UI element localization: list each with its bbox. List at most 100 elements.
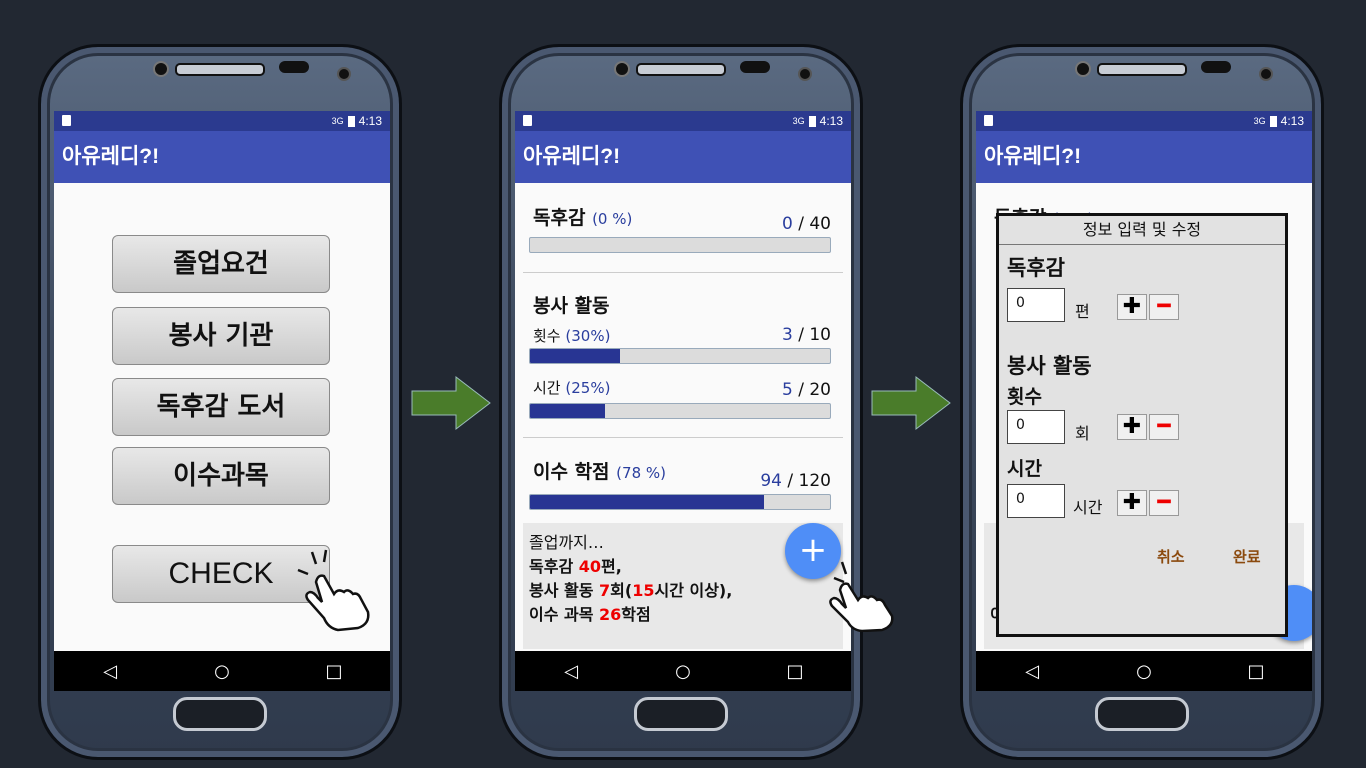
speaker-grille (175, 63, 265, 76)
count-input[interactable]: 0 (1007, 410, 1065, 444)
count-total: / 10 (798, 325, 831, 345)
summary-line-4: 이수 과목 26학점 (529, 601, 651, 625)
time-label: 시간 (1007, 458, 1042, 480)
proximity-sensor-icon (337, 67, 351, 81)
recent-apps-icon[interactable]: □ (324, 661, 344, 682)
home-hardware-button (1095, 697, 1189, 731)
volunteer-count-label: 횟수 (30%) (533, 325, 610, 346)
home-icon[interactable]: ○ (212, 661, 232, 682)
app-title: 아유레디?! (976, 131, 1312, 183)
time-percent: (25%) (565, 379, 611, 397)
time-total: / 20 (798, 380, 831, 400)
credits-percent: (78 %) (616, 464, 666, 482)
volunteer-time: 5 / 20 (782, 380, 831, 400)
credits-count: 94 / 120 (760, 471, 831, 491)
home-icon[interactable]: ○ (673, 661, 693, 682)
reading-section-title: 독후감 (0 %) (533, 203, 632, 230)
home-hardware-button (173, 697, 267, 731)
summary-text: 시간 이상), (654, 581, 733, 600)
time-input[interactable]: 0 (1007, 484, 1065, 518)
confirm-button[interactable]: 완료 (1233, 546, 1261, 567)
reading-unit: 편 (1075, 302, 1090, 321)
volunteer-count-progress-bar (529, 348, 831, 364)
credits-progress-bar (529, 494, 831, 510)
reading-percent: (0 %) (592, 210, 633, 228)
edit-info-dialog: 정보 입력 및 수정 독후감 0 편 ✚ ━ 봉사 활동 횟수 0 회 ✚ ━ … (996, 213, 1288, 637)
volunteer-time-progress-bar (529, 403, 831, 419)
status-bar: 3G 4:13 (515, 111, 851, 131)
reading-current: 0 (782, 214, 793, 234)
time-current: 5 (782, 380, 793, 400)
sd-card-icon (984, 115, 993, 126)
count-minus-button[interactable]: ━ (1149, 414, 1179, 440)
screen-progress: 3G 4:13 아유레디?! 독후감 (0 %) 0 / 40 봉사 활동 횟수… (515, 111, 851, 691)
count-label: 횟수 (533, 327, 561, 345)
app-title: 아유레디?! (515, 131, 851, 183)
summary-text: 봉사 활동 (529, 581, 600, 600)
graduation-requirements-button[interactable]: 졸업요건 (112, 235, 330, 293)
recent-apps-icon[interactable]: □ (785, 661, 805, 682)
back-icon[interactable]: ◁ (561, 661, 581, 682)
back-icon[interactable]: ◁ (100, 661, 120, 682)
volunteer-count: 3 / 10 (782, 325, 831, 345)
back-icon[interactable]: ◁ (1022, 661, 1042, 682)
sensor-icon (1201, 61, 1231, 73)
reading-title: 독후감 (533, 207, 586, 229)
summary-text: 독후감 (529, 557, 579, 576)
reading-total: / 40 (798, 214, 831, 234)
time-progress-fill (530, 404, 605, 418)
credits-title: 이수 학점 (533, 461, 610, 483)
count-plus-button[interactable]: ✚ (1117, 414, 1147, 440)
arrow-right-icon (411, 375, 491, 431)
reading-count: 0 / 40 (782, 214, 831, 234)
reading-input[interactable]: 0 (1007, 288, 1065, 322)
sd-card-icon (523, 115, 532, 126)
reading-label: 독후감 (1007, 256, 1065, 280)
signal-icon: 3G (331, 116, 344, 126)
cancel-button[interactable]: 취소 (1157, 546, 1185, 567)
navigation-bar: ◁ ○ □ (976, 651, 1312, 691)
summary-number: 40 (578, 557, 601, 576)
battery-icon (808, 115, 816, 127)
reading-minus-button[interactable]: ━ (1149, 294, 1179, 320)
count-progress-fill (530, 349, 620, 363)
status-time: 4:13 (1280, 114, 1304, 128)
reading-books-button[interactable]: 독후감 도서 (112, 378, 330, 436)
summary-number: 26 (599, 605, 622, 624)
completed-courses-button[interactable]: 이수과목 (112, 447, 330, 505)
phone-1: 3G 4:13 아유레디?! 졸업요건 봉사 기관 독후감 도서 이수과목 CH… (38, 44, 402, 760)
recent-apps-icon[interactable]: □ (1246, 661, 1266, 682)
reading-plus-button[interactable]: ✚ (1117, 294, 1147, 320)
count-unit: 회 (1075, 424, 1090, 443)
home-hardware-button (634, 697, 728, 731)
sensor-icon (279, 61, 309, 73)
battery-icon (347, 115, 355, 127)
time-label: 시간 (533, 379, 561, 397)
volunteer-organization-button[interactable]: 봉사 기관 (112, 307, 330, 365)
signal-icon: 3G (792, 116, 805, 126)
home-icon[interactable]: ○ (1134, 661, 1154, 682)
reading-progress-bar (529, 237, 831, 253)
status-bar: 3G 4:13 (54, 111, 390, 131)
screen-edit-dialog: 3G 4:13 아유레디?! 독후감 (0 %) 이수 과목 26학점 정보 입… (976, 111, 1312, 691)
sensor-icon (740, 61, 770, 73)
phone-3: 3G 4:13 아유레디?! 독후감 (0 %) 이수 과목 26학점 정보 입… (960, 44, 1324, 760)
time-plus-button[interactable]: ✚ (1117, 490, 1147, 516)
count-label: 횟수 (1007, 386, 1042, 408)
speaker-grille (636, 63, 726, 76)
divider (523, 272, 843, 273)
summary-text: 이수 과목 (529, 605, 600, 624)
summary-number: 15 (632, 581, 655, 600)
navigation-bar: ◁ ○ □ (54, 651, 390, 691)
summary-line-1: 졸업까지… (529, 533, 604, 552)
signal-icon: 3G (1253, 116, 1266, 126)
time-minus-button[interactable]: ━ (1149, 490, 1179, 516)
summary-line-3: 봉사 활동 7회(15시간 이상), (529, 577, 732, 601)
credits-progress-fill (530, 495, 764, 509)
phone-2: 3G 4:13 아유레디?! 독후감 (0 %) 0 / 40 봉사 활동 횟수… (499, 44, 863, 760)
volunteer-title: 봉사 활동 (533, 295, 610, 317)
proximity-sensor-icon (798, 67, 812, 81)
front-camera-icon (614, 61, 630, 77)
app-title: 아유레디?! (54, 131, 390, 183)
summary-text: 회( (610, 581, 633, 600)
